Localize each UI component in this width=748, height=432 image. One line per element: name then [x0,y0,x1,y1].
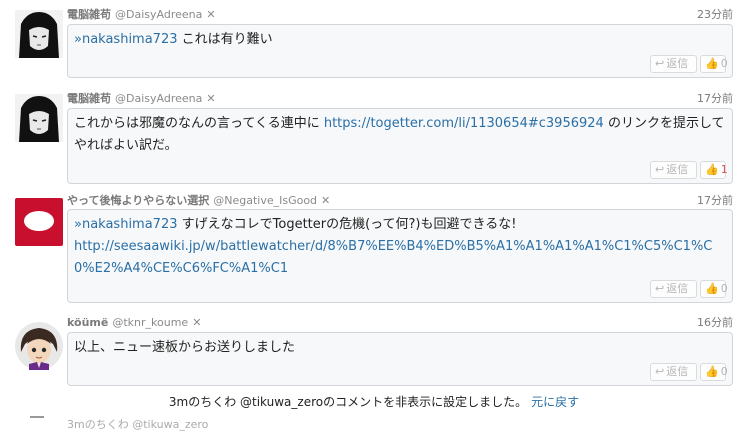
comment-header: やって後悔よりやらない選択 @Negative_IsGood ✕ 17分前 [67,193,733,209]
like-count: 0 [720,57,728,70]
like-button[interactable]: 👍 1 [700,161,728,179]
comment-actions: ↩ 返信 👍 0 [650,280,728,298]
comment-text: これからは邪魔のなんの言ってくる連中に https://togetter.com… [74,116,725,153]
comment-actions: ↩ 返信 👍 1 [650,161,728,179]
comment-actions: ↩ 返信 👍 0 [650,55,728,73]
reply-button[interactable]: ↩ 返信 [650,55,697,73]
reply-button[interactable]: ↩ 返信 [650,363,697,381]
thumbs-up-icon: 👍 [705,57,719,70]
comment-header: 電脳雑苟 @DaisyAdreena ✕ 23分前 [67,7,733,23]
thumbs-up-icon: 👍 [705,163,719,176]
comment-body: »nakashima723 すげえなコレでTogetterの危機(って何?)も回… [67,209,733,303]
reply-arrow-icon: ↩ [655,163,665,176]
reply-arrow-icon: ↩ [655,365,665,378]
avatar[interactable] [15,198,63,246]
hidden-comment-notice: 3mのちくわ @tikuwa_zeroのコメントを非表示に設定しました。 元に戻す [0,393,748,410]
thumbs-up-icon: 👍 [705,282,719,295]
togetter-link[interactable]: https://togetter.com/li/1130654#c3956924 [324,116,604,131]
hide-comment-close-icon[interactable]: ✕ [321,194,330,207]
comment-actions: ↩ 返信 👍 0 [650,363,728,381]
dark-hair-girl-avatar-icon [15,10,63,58]
thumbs-up-icon: 👍 [705,365,719,378]
partial-comment-header: 3mのちくわ @tikuwa_zero [67,418,209,431]
avatar[interactable] [15,10,63,58]
user-handle[interactable]: @DaisyAdreena [115,8,202,21]
like-count: 0 [720,282,728,295]
like-button[interactable]: 👍 0 [700,280,728,298]
like-button[interactable]: 👍 0 [700,363,728,381]
like-count: 1 [720,163,728,176]
timestamp[interactable]: 16分前 [697,315,733,331]
reply-to-link[interactable]: »nakashima723 [74,217,178,232]
timestamp[interactable]: 17分前 [697,91,733,107]
comment-body: 以上、ニュー速板からお送りしました ↩ 返信 👍 0 [67,332,733,386]
comment-header: 電脳雑苟 @DaisyAdreena ✕ 17分前 [67,91,733,107]
comment-text: »nakashima723 すげえなコレでTogetterの危機(って何?)も回… [74,217,713,276]
reply-arrow-icon: ↩ [655,57,665,70]
user-name[interactable]: köümë [67,316,108,329]
reply-button[interactable]: ↩ 返信 [650,161,697,179]
like-button[interactable]: 👍 0 [700,55,728,73]
dark-hair-girl-avatar-icon [15,94,63,142]
reply-to-link[interactable]: »nakashima723 [74,32,178,47]
like-count: 0 [720,365,728,378]
reply-arrow-icon: ↩ [655,282,665,295]
avatar[interactable] [15,94,63,142]
user-name[interactable]: 電脳雑苟 [67,92,111,105]
hide-comment-close-icon[interactable]: ✕ [192,316,201,329]
red-speech-bubble-avatar-icon [15,198,63,246]
comment-text: 以上、ニュー速板からお送りしました [74,340,296,355]
seesaawiki-link[interactable]: http://seesaawiki.jp/w/battlewatcher/d/8… [74,239,712,276]
notice-text: 3mのちくわ @tikuwa_zeroのコメントを非表示に設定しました。 [168,395,528,409]
comment-text: »nakashima723 これは有り難い [74,32,273,47]
anime-character-avatar-icon [15,322,63,370]
user-handle[interactable]: @Negative_IsGood [213,194,317,207]
comment-body: これからは邪魔のなんの言ってくる連中に https://togetter.com… [67,108,733,184]
undo-link[interactable]: 元に戻す [531,395,579,409]
reply-button[interactable]: ↩ 返信 [650,280,697,298]
user-name[interactable]: 電脳雑苟 [67,8,111,21]
comment-body: »nakashima723 これは有り難い ↩ 返信 👍 0 [67,24,733,78]
hide-comment-close-icon[interactable]: ✕ [206,8,215,21]
timestamp[interactable]: 17分前 [697,193,733,209]
user-name[interactable]: やって後悔よりやらない選択 [67,194,209,207]
avatar[interactable] [15,322,63,370]
user-handle[interactable]: @DaisyAdreena [115,92,202,105]
timestamp[interactable]: 23分前 [697,7,733,23]
comment-header: köümë @tknr_koume ✕ 16分前 [67,315,733,331]
user-handle[interactable]: @tknr_koume [112,316,188,329]
hide-comment-close-icon[interactable]: ✕ [206,92,215,105]
